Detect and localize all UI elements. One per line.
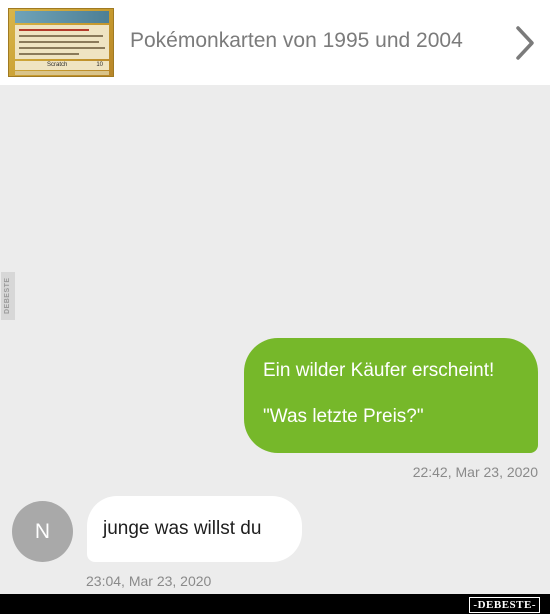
incoming-timestamp: 23:04, Mar 23, 2020: [86, 573, 212, 589]
side-watermark: DEBESTE: [1, 272, 15, 320]
card-text-line: [19, 53, 79, 55]
card-footer: [15, 71, 109, 75]
card-text-area: [15, 25, 109, 59]
card-attack-name: Scratch: [47, 62, 68, 68]
outgoing-timestamp: 22:42, Mar 23, 2020: [412, 464, 538, 480]
brand-logo: -DEBESTE-: [469, 597, 540, 613]
pokemon-card-thumbnail[interactable]: Scratch 10: [8, 8, 114, 77]
message-text-line: Ein wilder Käufer erscheint!: [263, 360, 495, 381]
avatar[interactable]: N: [12, 501, 73, 562]
outgoing-message-bubble[interactable]: Ein wilder Käufer erscheint! "Was letzte…: [244, 338, 538, 453]
footer-bar: -DEBESTE-: [0, 594, 550, 614]
listing-title[interactable]: Pokémonkarten von 1995 und 2004: [130, 29, 463, 53]
incoming-message-bubble[interactable]: junge was willst du: [87, 496, 302, 562]
card-text-line: [19, 29, 89, 31]
listing-header[interactable]: Scratch 10 Pokémonkarten von 1995 und 20…: [0, 0, 550, 85]
chevron-right-icon[interactable]: [512, 24, 538, 62]
message-text-line: "Was letzte Preis?": [263, 406, 424, 427]
card-attack-row: Scratch 10: [15, 61, 109, 70]
card-text-line: [19, 47, 105, 49]
card-attack-damage: 10: [96, 62, 103, 68]
card-text-line: [19, 35, 103, 37]
card-text-line: [19, 41, 99, 43]
message-text: junge was willst du: [103, 518, 262, 539]
card-artwork: [15, 11, 109, 23]
